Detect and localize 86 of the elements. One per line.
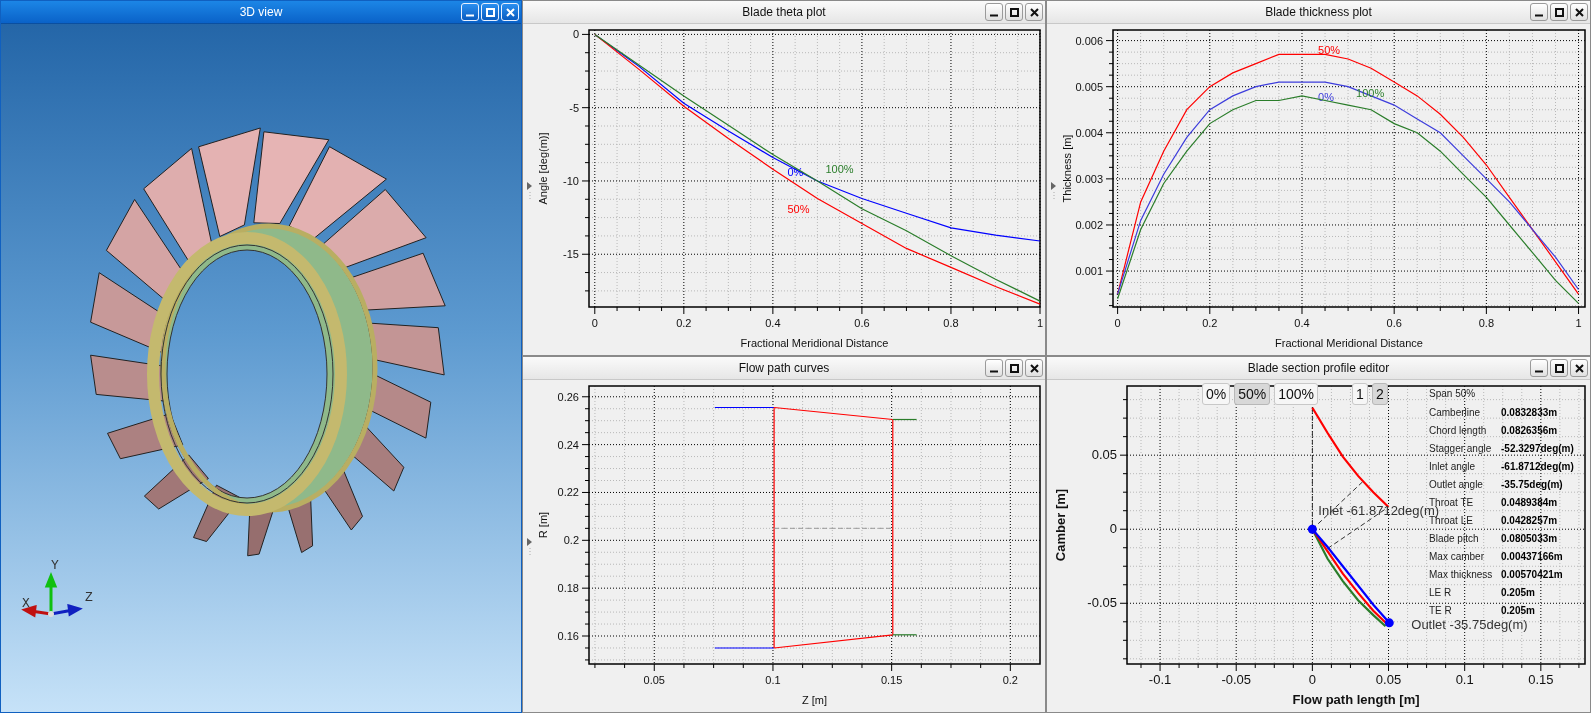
axis-tick-label: 0.001 [1075, 265, 1103, 278]
axis-tick-label: 0.8 [943, 317, 959, 329]
axis-tick-label: 0.4 [765, 317, 781, 329]
property-label: Inlet angle [1429, 461, 1477, 473]
property-label: LE R [1429, 587, 1453, 599]
axis-tick-label: 0.05 [1375, 672, 1402, 687]
axis-title: Angle [deg(m)] [537, 132, 549, 205]
property-value: 0.0428257m [1501, 515, 1559, 527]
window-title: Blade thickness plot [1265, 5, 1372, 19]
axis-tick-label: 0.24 [557, 438, 579, 451]
curve-label: 100% [825, 162, 854, 175]
property-label: Camberline [1429, 407, 1482, 419]
axis-title: Camber [m] [1053, 488, 1068, 562]
property-value: 0.205m [1501, 587, 1536, 599]
axis-tick-label: 0 [572, 28, 579, 41]
property-label: Max camber [1429, 551, 1485, 563]
axis-tick-label: 0 [1114, 317, 1121, 329]
property-value: 0.0832833m [1501, 407, 1559, 419]
curve-label: 0% [1318, 90, 1334, 103]
property-value: 0.0805033m [1501, 533, 1559, 545]
axis-title: Z [m] [801, 694, 828, 706]
axis-tick-label: 1 [1575, 317, 1582, 329]
property-value: -61.8712deg(m) [1501, 461, 1575, 473]
axis-title: Fractional Meridional Distance [740, 337, 889, 349]
axis-tick-label: 0 [1308, 672, 1316, 687]
axis-tick-label: 0.8 [1478, 317, 1494, 329]
axis-tick-label: -15 [563, 248, 579, 261]
property-label: Outlet angle [1429, 479, 1484, 491]
property-value: -35.75deg(m) [1501, 479, 1564, 491]
axis-tick-label: 0 [591, 317, 598, 329]
axis-tick-label: 0.006 [1075, 34, 1103, 47]
curve-label: 50% [787, 202, 810, 215]
axis-tick-label: 0.18 [557, 582, 579, 595]
axis-tick-label: 0.4 [1294, 317, 1310, 329]
property-label: Max thickness [1429, 569, 1494, 581]
axis-tick-label: 0.004 [1075, 126, 1103, 139]
axis-label: Z [85, 590, 93, 605]
axis-tick-label: 0.15 [880, 674, 903, 686]
property-label: Chord length [1429, 425, 1488, 437]
property-label: Throat LE [1429, 515, 1474, 527]
axis-tick-label: 0.2 [563, 534, 579, 547]
curve-label: 50% [1318, 44, 1341, 57]
axis-label: X [22, 596, 30, 611]
property-value: 0.00570421m [1501, 569, 1564, 581]
axis-tick-label: -0.05 [1087, 595, 1117, 611]
axis-tick-label: 0.005 [1075, 80, 1103, 93]
axis-title: R [m] [537, 511, 549, 539]
angle-label: Outlet -35.75deg(m) [1411, 616, 1528, 632]
window-title: Blade theta plot [742, 5, 826, 19]
property-value: 0.0826356m [1501, 425, 1559, 437]
axis-label: Y [51, 558, 59, 573]
axis-title: Flow path length [m] [1292, 692, 1420, 707]
axis-tick-label: 0.2 [676, 317, 692, 329]
axis-tick-label: 0.1 [1455, 672, 1474, 687]
axis-title: Thickness [m] [1061, 134, 1073, 203]
axis-tick-label: 0 [1109, 521, 1117, 537]
axis-tick-label: 1 [1036, 317, 1044, 329]
property-label: TE R [1429, 605, 1453, 617]
axis-tick-label: -10 [563, 174, 579, 187]
axis-tick-label: 0.1 [765, 674, 781, 686]
axis-tick-label: 0.003 [1075, 172, 1103, 185]
axis-tick-label: 0.2 [1002, 674, 1018, 686]
axis-tick-label: -0.05 [1221, 672, 1252, 687]
axis-tick-label: 0.05 [643, 674, 665, 686]
axis-tick-label: 0.05 [1091, 447, 1117, 463]
axis-tick-label: -5 [569, 101, 579, 114]
axis-tick-label: 0.002 [1075, 218, 1103, 231]
property-value: 0.00437166m [1501, 551, 1564, 563]
span-label: Span 50% [1429, 388, 1477, 399]
property-value: -52.3297deg(m) [1501, 443, 1575, 455]
axis-title: Fractional Meridional Distance [1275, 337, 1423, 349]
axis-tick-label: 0.26 [557, 390, 579, 403]
property-value: 0.205m [1501, 605, 1536, 617]
axis-tick-label: -0.1 [1148, 672, 1172, 687]
property-value: 0.0489384m [1501, 497, 1559, 509]
window-title: 3D view [239, 5, 283, 19]
window-title: Blade section profile editor [1247, 361, 1390, 375]
axis-tick-label: 0.15 [1528, 672, 1554, 687]
axis-tick-label: 0.2 [1202, 317, 1218, 329]
axis-tick-label: 0.16 [557, 630, 579, 642]
axis-tick-label: 0.6 [1386, 317, 1402, 329]
property-label: Stagger angle [1429, 443, 1493, 455]
axis-tick-label: 0.22 [557, 486, 579, 499]
property-label: Blade pitch [1429, 533, 1480, 545]
window-title: Flow path curves [738, 361, 830, 375]
axis-tick-label: 0.6 [854, 317, 870, 329]
